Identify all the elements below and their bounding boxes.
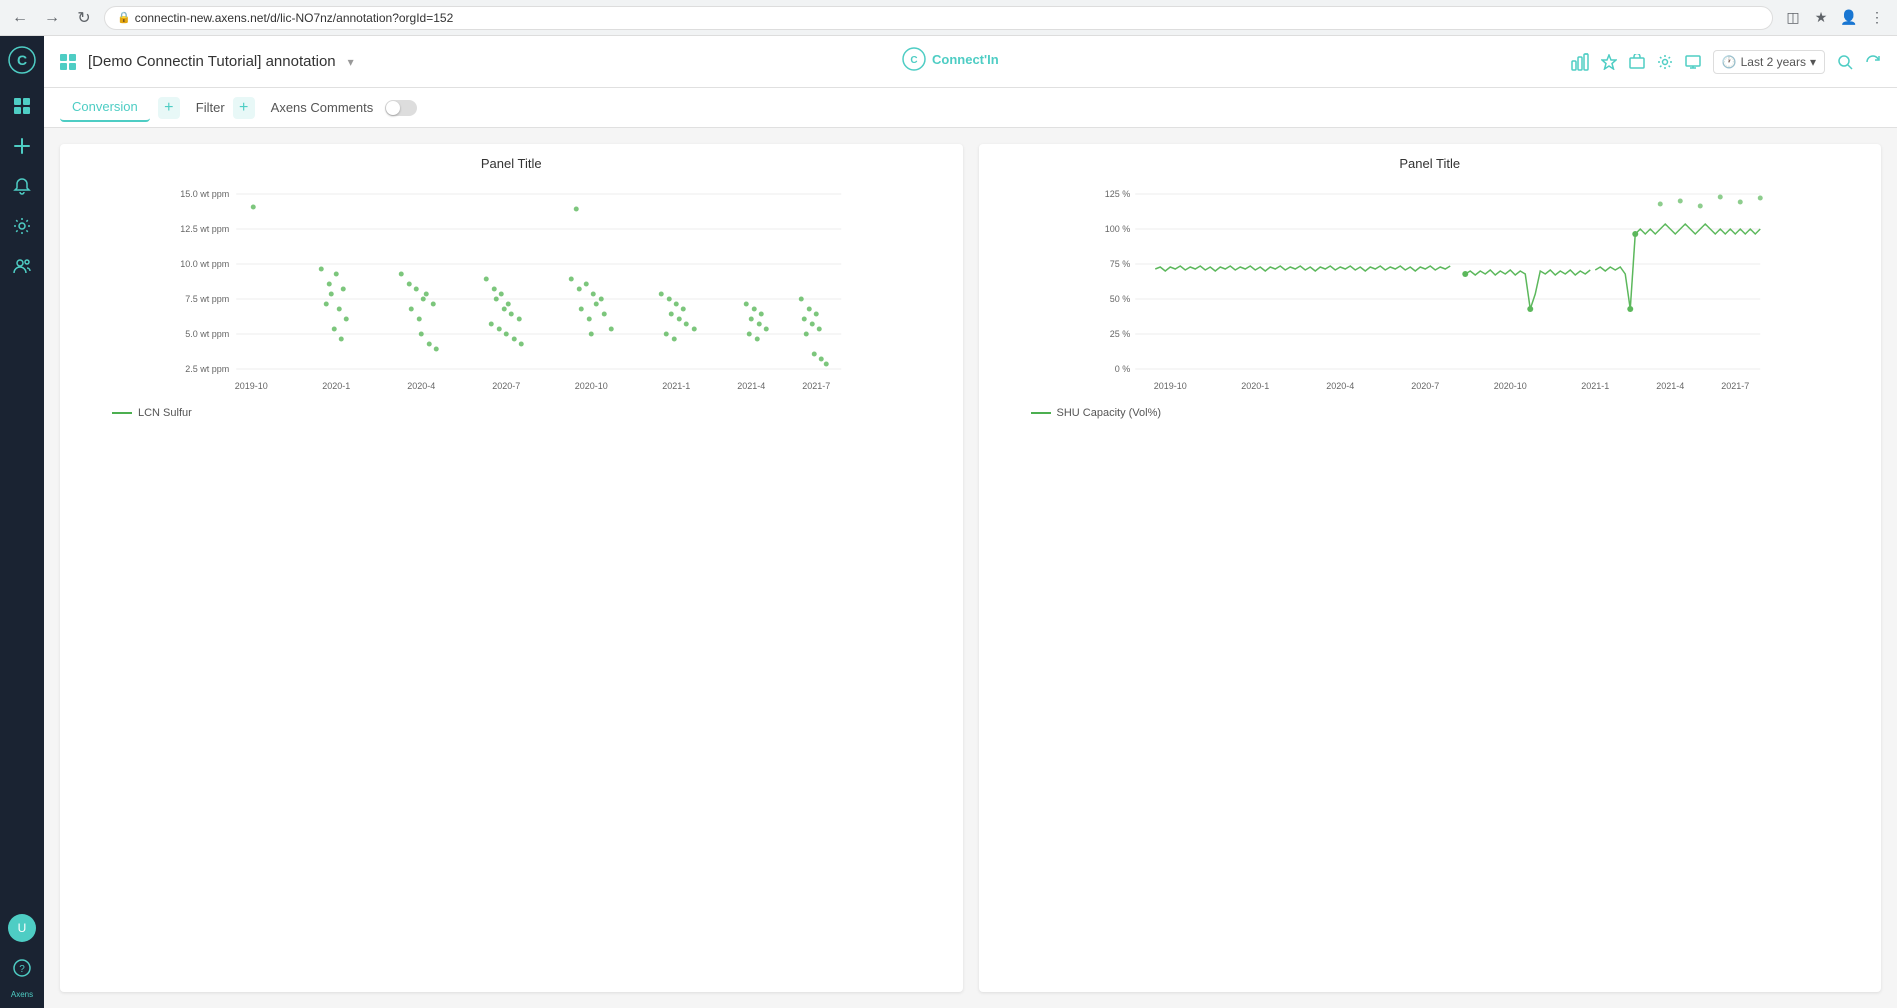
svg-text:75 %: 75 % (1109, 259, 1130, 269)
svg-text:2021-7: 2021-7 (802, 381, 830, 391)
svg-text:2020-4: 2020-4 (1326, 381, 1354, 391)
top-bar: [Demo Connectin Tutorial] annotation ▾ C… (44, 36, 1897, 88)
time-range-arrow: ▾ (1810, 55, 1816, 69)
svg-text:2020-1: 2020-1 (322, 381, 350, 391)
monitor-button[interactable] (1685, 54, 1701, 70)
chart-add-button[interactable] (1571, 53, 1589, 71)
filter-label: Filter (196, 100, 225, 115)
sidebar-bell-icon[interactable] (4, 168, 40, 204)
svg-text:2020-4: 2020-4 (407, 381, 435, 391)
svg-text:2020-10: 2020-10 (1493, 381, 1526, 391)
svg-text:10.0 wt ppm: 10.0 wt ppm (180, 259, 229, 269)
chart-panel-1: Panel Title 15.0 wt ppm 12.5 wt ppm 10.0… (60, 144, 963, 992)
svg-text:25 %: 25 % (1109, 329, 1130, 339)
svg-text:2020-7: 2020-7 (492, 381, 520, 391)
sidebar-users-icon[interactable] (4, 248, 40, 284)
svg-text:50 %: 50 % (1109, 294, 1130, 304)
chart1-title: Panel Title (72, 156, 951, 171)
axens-comments-toggle[interactable] (385, 100, 417, 116)
svg-text:?: ? (19, 964, 25, 975)
svg-text:7.5 wt ppm: 7.5 wt ppm (185, 294, 229, 304)
chart2-legend-line (1031, 412, 1051, 414)
chart1-legend-label: LCN Sulfur (138, 407, 192, 419)
svg-text:5.0 wt ppm: 5.0 wt ppm (185, 329, 229, 339)
chart2-legend: SHU Capacity (Vol%) (991, 407, 1870, 419)
settings-button[interactable] (1657, 54, 1673, 70)
axens-comments-label: Axens Comments (271, 100, 374, 115)
time-range-label: Last 2 years (1741, 55, 1806, 69)
share-button[interactable] (1629, 54, 1645, 70)
sidebar-plus-icon[interactable] (4, 128, 40, 164)
extensions-button[interactable]: ◫ (1781, 6, 1805, 30)
time-range-icon: 🕐 (1722, 55, 1737, 69)
svg-text:2020-10: 2020-10 (575, 381, 608, 391)
refresh-button[interactable] (1865, 54, 1881, 70)
toggle-knob (386, 101, 400, 115)
svg-text:C: C (911, 55, 918, 66)
star-button[interactable] (1601, 54, 1617, 70)
account-button[interactable]: 👤 (1837, 6, 1861, 30)
svg-text:2021-4: 2021-4 (1656, 381, 1684, 391)
svg-text:12.5 wt ppm: 12.5 wt ppm (180, 224, 229, 234)
axens-branding: Axens (11, 990, 33, 1000)
bookmark-button[interactable]: ★ (1809, 6, 1833, 30)
chart2-container: 125 % 100 % 75 % 50 % 25 % 0 % (991, 179, 1870, 399)
sidebar-help-icon[interactable]: ? (4, 950, 40, 986)
svg-text:2.5 wt ppm: 2.5 wt ppm (185, 364, 229, 374)
svg-text:100 %: 100 % (1104, 224, 1130, 234)
svg-text:2021-1: 2021-1 (662, 381, 690, 391)
reload-button[interactable]: ↻ (72, 6, 96, 30)
svg-text:2020-7: 2020-7 (1411, 381, 1439, 391)
svg-text:15.0 wt ppm: 15.0 wt ppm (180, 189, 229, 199)
app-logo: C (6, 44, 38, 76)
tab-bar: Conversion + Filter + Axens Comments (44, 88, 1897, 128)
chart2-svg: 125 % 100 % 75 % 50 % 25 % 0 % (991, 179, 1870, 399)
chart1-legend-line (112, 412, 132, 414)
svg-text:Connect'In: Connect'In (932, 52, 999, 67)
connect-in-logo: C Connect'In (902, 47, 1022, 76)
add-tab-button[interactable]: + (158, 97, 180, 119)
time-range-selector[interactable]: 🕐 Last 2 years ▾ (1713, 50, 1825, 74)
browser-chrome: ← → ↻ 🔒 connectin-new.axens.net/d/lic-NO… (0, 0, 1897, 36)
chart1-svg: 15.0 wt ppm 12.5 wt ppm 10.0 wt ppm 7.5 … (72, 179, 951, 399)
grid-icon (60, 54, 76, 70)
add-filter-button[interactable]: + (233, 97, 255, 119)
back-button[interactable]: ← (8, 6, 32, 30)
sidebar-grid-icon[interactable] (4, 88, 40, 124)
chart2-legend-label: SHU Capacity (Vol%) (1057, 407, 1162, 419)
svg-text:2021-7: 2021-7 (1721, 381, 1749, 391)
sidebar-gear-icon[interactable] (4, 208, 40, 244)
user-avatar[interactable]: U (8, 914, 36, 942)
svg-text:0 %: 0 % (1114, 364, 1130, 374)
forward-button[interactable]: → (40, 6, 64, 30)
svg-text:2020-1: 2020-1 (1241, 381, 1269, 391)
title-dropdown-arrow[interactable]: ▾ (348, 55, 354, 69)
address-bar[interactable]: 🔒 connectin-new.axens.net/d/lic-NO7nz/an… (104, 6, 1773, 30)
svg-text:2019-10: 2019-10 (1153, 381, 1186, 391)
page-title: [Demo Connectin Tutorial] annotation (88, 53, 336, 70)
chart2-title: Panel Title (991, 156, 1870, 171)
chart1-container: 15.0 wt ppm 12.5 wt ppm 10.0 wt ppm 7.5 … (72, 179, 951, 399)
svg-text:2019-10: 2019-10 (235, 381, 268, 391)
conversion-tab[interactable]: Conversion (60, 93, 150, 122)
sidebar: C (0, 36, 44, 1008)
chart-panel-2: Panel Title 125 % 100 % 75 % 50 % 25 % 0… (979, 144, 1882, 992)
svg-text:125 %: 125 % (1104, 189, 1130, 199)
more-button[interactable]: ⋮ (1865, 6, 1889, 30)
svg-text:C: C (17, 52, 27, 68)
svg-text:2021-4: 2021-4 (737, 381, 765, 391)
chart1-legend: LCN Sulfur (72, 407, 951, 419)
svg-text:2021-1: 2021-1 (1581, 381, 1609, 391)
search-button[interactable] (1837, 54, 1853, 70)
charts-area: Panel Title 15.0 wt ppm 12.5 wt ppm 10.0… (44, 128, 1897, 1008)
